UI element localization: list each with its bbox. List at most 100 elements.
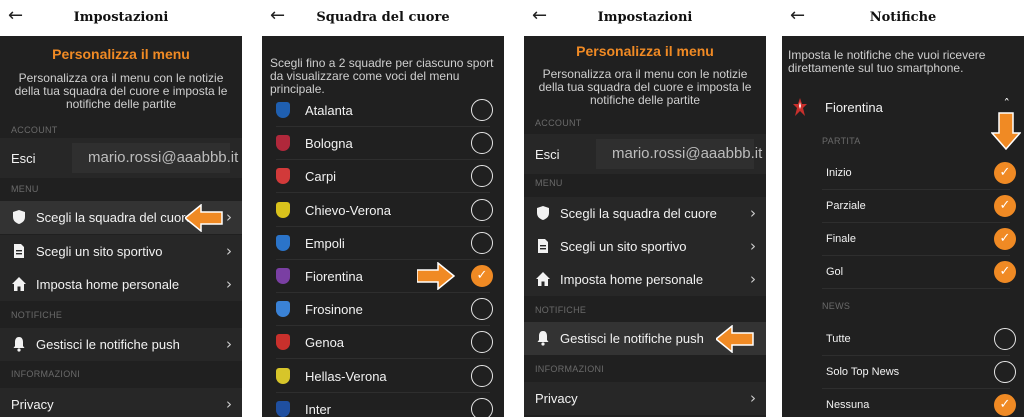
email-field: mario.rossi@aaabbb.it xyxy=(596,139,762,169)
team-row[interactable]: Carpi xyxy=(262,160,504,193)
page-title: Notifiche xyxy=(869,10,937,25)
team-crest-icon xyxy=(276,234,290,251)
top-bar: ← Impostazioni xyxy=(524,0,766,36)
menu-item-home[interactable]: Imposta home personale › xyxy=(0,268,242,301)
team-crest-icon xyxy=(276,268,290,284)
menu-item-label: Privacy xyxy=(11,397,54,412)
section-info: INFORMAZIONI xyxy=(535,364,605,374)
radio-button[interactable] xyxy=(471,132,493,155)
radio-button[interactable] xyxy=(994,361,1016,383)
menu-item-notifiche[interactable]: Gestisci le notifiche push › xyxy=(0,328,242,361)
checkmark-icon[interactable]: ✓ xyxy=(994,228,1016,250)
top-bar: ← Squadra del cuore xyxy=(262,0,504,36)
notification-option[interactable]: Inizio ✓ xyxy=(782,157,1024,190)
page-title: Squadra del cuore xyxy=(316,10,450,25)
notification-option[interactable]: Finale ✓ xyxy=(782,223,1024,256)
divider xyxy=(822,288,1010,289)
radio-button[interactable] xyxy=(471,364,493,387)
radio-button[interactable] xyxy=(471,298,493,321)
radio-button[interactable] xyxy=(994,328,1016,350)
team-crest-icon xyxy=(276,135,290,152)
menu-item-sito[interactable]: Scegli un sito sportivo › xyxy=(0,235,242,268)
pointer-arrow-icon xyxy=(185,204,223,232)
notification-option[interactable]: Gol ✓ xyxy=(782,256,1024,289)
menu-item-label: Gestisci le notifiche push xyxy=(560,331,704,346)
chevron-right-icon: › xyxy=(226,335,232,353)
checkmark-icon[interactable]: ✓ xyxy=(994,195,1016,217)
team-name: Frosinone xyxy=(305,302,363,318)
team-panel: ← Squadra del cuore Scegli fino a 2 squa… xyxy=(262,0,504,417)
radio-button[interactable] xyxy=(471,231,493,254)
team-row[interactable]: Fiorentina ✓ xyxy=(262,260,504,293)
radio-button[interactable] xyxy=(471,165,493,188)
checkmark-icon[interactable]: ✓ xyxy=(994,394,1016,416)
menu-item-label: Scegli la squadra del cuore xyxy=(560,206,717,221)
chevron-right-icon: › xyxy=(226,208,232,226)
notification-option[interactable]: Parziale ✓ xyxy=(782,190,1024,223)
chevron-right-icon: › xyxy=(226,275,232,293)
chevron-right-icon: › xyxy=(226,242,232,260)
section-account: ACCOUNT xyxy=(11,125,58,135)
team-crest-icon xyxy=(276,102,290,118)
team-crest-icon xyxy=(276,201,290,218)
shield-icon xyxy=(537,206,549,220)
team-name: Hellas-Verona xyxy=(305,368,387,384)
section-notifiche: NOTIFICHE xyxy=(535,305,587,315)
radio-button[interactable] xyxy=(471,99,493,121)
team-name: Inter xyxy=(305,401,332,417)
team-name: Genoa xyxy=(305,335,345,351)
team-name: Fiorentina xyxy=(825,100,883,115)
promo-title: Personalizza il menu xyxy=(576,43,714,59)
intro-text: Scegli fino a 2 squadre per ciascuno spo… xyxy=(270,56,494,96)
menu-item-label: Scegli la squadra del cuore xyxy=(36,210,193,225)
promo-text: Personalizza ora il menu con le notizie … xyxy=(14,71,228,111)
bell-icon xyxy=(537,331,549,346)
team-name: Empoli xyxy=(305,235,345,251)
menu-item-label: Scegli un sito sportivo xyxy=(36,244,163,259)
logout-button[interactable]: Esci xyxy=(535,147,560,162)
menu-item-home[interactable]: Imposta home personale › xyxy=(524,263,766,296)
menu-item-label: Privacy xyxy=(535,391,578,406)
radio-button[interactable] xyxy=(471,331,493,354)
chevron-up-icon[interactable]: ˆ xyxy=(1004,98,1011,113)
checkmark-icon[interactable]: ✓ xyxy=(471,265,493,287)
home-icon xyxy=(536,272,550,286)
team-name: Carpi xyxy=(305,169,337,185)
section-news: NEWS xyxy=(822,301,851,311)
team-row[interactable]: Genoa xyxy=(262,326,504,359)
team-row[interactable]: Inter xyxy=(262,393,504,417)
chevron-right-icon: › xyxy=(750,237,756,255)
menu-item-privacy[interactable]: Privacy › xyxy=(524,382,766,415)
pointer-arrow-icon xyxy=(716,325,754,353)
notification-option[interactable]: Nessuna ✓ xyxy=(782,389,1024,417)
checkmark-icon[interactable]: ✓ xyxy=(994,162,1016,184)
menu-item-sito[interactable]: Scegli un sito sportivo › xyxy=(524,230,766,263)
menu-item-privacy[interactable]: Privacy › xyxy=(0,388,242,417)
team-crest-icon xyxy=(276,334,290,351)
notification-option[interactable]: Tutte xyxy=(782,323,1024,356)
team-row[interactable]: Chievo-Verona xyxy=(262,194,504,227)
document-icon xyxy=(538,239,548,253)
team-row[interactable]: Hellas-Verona xyxy=(262,360,504,393)
notification-option[interactable]: Solo Top News xyxy=(782,356,1024,389)
team-row[interactable]: Empoli xyxy=(262,227,504,260)
shield-icon xyxy=(13,210,25,224)
team-row[interactable]: Atalanta xyxy=(262,94,504,127)
option-label: Inizio xyxy=(826,167,852,179)
option-label: Finale xyxy=(826,233,856,245)
option-label: Nessuna xyxy=(826,399,870,411)
email-field: mario.rossi@aaabbb.it xyxy=(72,143,238,173)
team-row[interactable]: Frosinone xyxy=(262,293,504,326)
radio-button[interactable] xyxy=(471,397,493,417)
chevron-right-icon: › xyxy=(750,270,756,288)
menu-item-label: Imposta home personale xyxy=(36,277,180,292)
team-row[interactable]: Bologna xyxy=(262,127,504,160)
chevron-right-icon: › xyxy=(226,395,232,413)
logout-button[interactable]: Esci xyxy=(11,151,36,166)
team-crest-icon xyxy=(276,367,290,384)
radio-button[interactable] xyxy=(471,198,493,221)
team-crest-icon xyxy=(276,301,290,318)
menu-item-squadra[interactable]: Scegli la squadra del cuore › xyxy=(524,197,766,230)
team-header-row[interactable]: Fiorentina ˆ xyxy=(782,90,1024,124)
checkmark-icon[interactable]: ✓ xyxy=(994,261,1016,283)
